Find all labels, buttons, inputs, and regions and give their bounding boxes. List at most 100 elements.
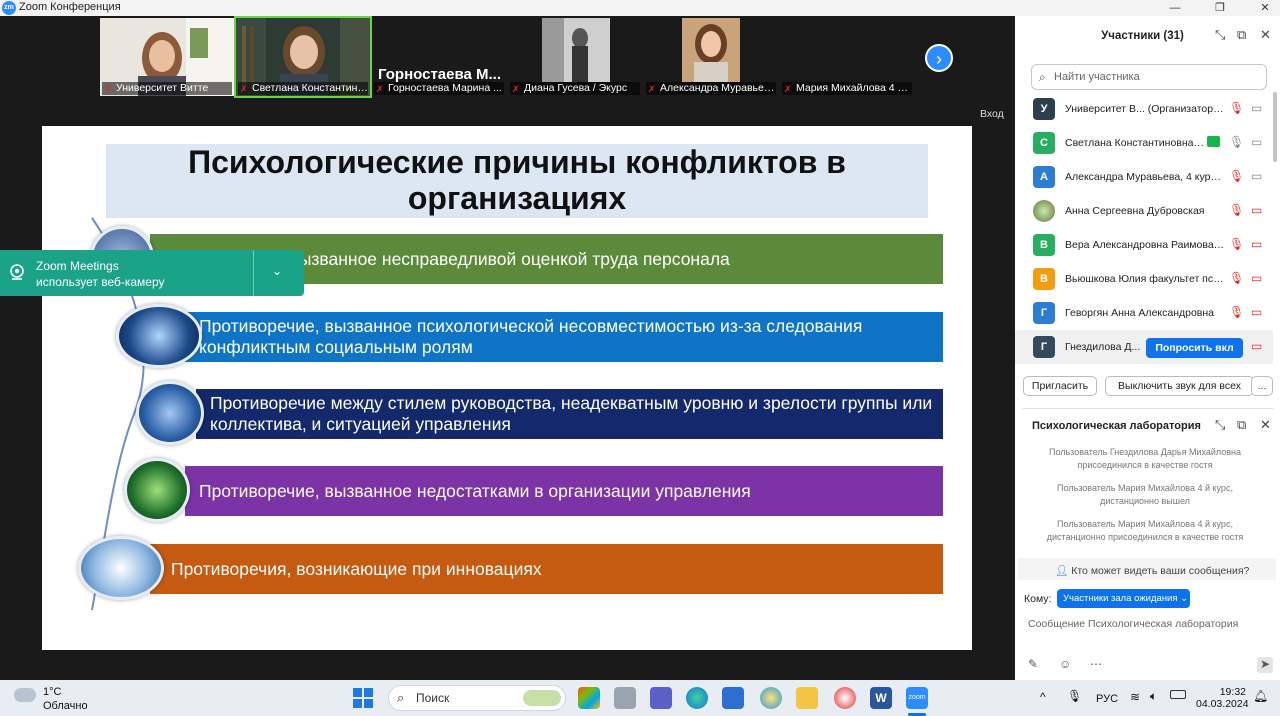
video-off-icon[interactable]: ▭ [1251, 237, 1262, 251]
muted-mic-icon[interactable]: 🎙︎ [1229, 169, 1244, 183]
scrollbar[interactable] [1273, 92, 1277, 162]
popout-icon[interactable]: ⧉ [1237, 417, 1246, 433]
close-icon[interactable]: ✕ [1260, 417, 1271, 433]
window-titlebar: zm Zoom Конференция — ❐ ✕ [0, 0, 1280, 16]
participant-photo [542, 18, 610, 82]
recipient-select[interactable]: Участники зала ожидания ⌄ [1057, 589, 1190, 608]
avatar: Г [1033, 302, 1055, 324]
video-thumbnail[interactable]: Горностаева М... ✗ Горностаева Марина ... [372, 18, 506, 96]
participant-row[interactable]: Анна Сергеевна Дубровская 🎙︎ ▭ [1015, 194, 1273, 228]
slide-title: Психологические причины конфликтов в орг… [106, 144, 928, 218]
chevron-up-icon[interactable]: ^ [1040, 690, 1046, 704]
participant-big-name: Горностаева М... [378, 66, 502, 83]
ask-to-start-video-button[interactable]: Попросить вкл [1146, 338, 1243, 358]
wifi-icon[interactable]: ≋ [1130, 690, 1140, 704]
search-icon: ⌕ [397, 690, 405, 705]
slide-item-image-4 [124, 458, 190, 522]
search-highlight-icon [523, 690, 561, 706]
notification-bell-icon[interactable]: 🔔︎ [1253, 689, 1268, 703]
collapse-icon[interactable]: ⤡ [1215, 27, 1225, 43]
volume-icon[interactable]: 🔈︎ [1150, 689, 1157, 704]
participant-row[interactable]: В Вера Александровна Раимова ... 🎙︎ ▭ [1015, 228, 1273, 262]
window-title: Zoom Конференция [19, 1, 121, 13]
close-icon[interactable]: ✕ [1260, 27, 1271, 43]
format-icon[interactable]: ✎ [1028, 657, 1038, 671]
start-icon[interactable] [352, 687, 374, 709]
teams-icon[interactable] [650, 687, 672, 709]
participant-row[interactable]: С Светлана Константиновна ... 🎙︎ ▭ [1015, 126, 1273, 160]
participant-row[interactable]: Г Геворгян Анна Александровна 🎙︎ ▭ [1015, 296, 1273, 330]
task-view-icon[interactable] [614, 687, 636, 709]
battery-icon[interactable] [1170, 690, 1186, 699]
chrome-icon[interactable] [760, 687, 782, 709]
participant-name: ✗ Мария Михайлова 4 й... [782, 82, 912, 95]
video-thumbnail[interactable]: ✗ Александра Муравьев... [644, 18, 778, 96]
chevron-down-icon[interactable]: ⌄ [272, 264, 282, 278]
avatar: Г [1033, 336, 1055, 358]
participant-row[interactable]: У Университет В... (Организатор, я) 🎙︎ ▭ [1015, 92, 1273, 126]
video-camera-icon[interactable]: ▭ [1251, 101, 1262, 115]
video-thumbnail[interactable]: ✗ Мария Михайлова 4 й... [780, 18, 914, 96]
video-camera-icon[interactable]: ▭ [1251, 169, 1262, 183]
webcam-icon [10, 264, 24, 280]
popout-icon[interactable]: ⧉ [1237, 27, 1246, 43]
language-indicator[interactable]: РУС [1096, 693, 1118, 705]
webcam-notification[interactable]: Zoom Meetings использует веб-камеру ⌄ [0, 250, 304, 296]
collapse-icon[interactable]: ⤡ [1215, 417, 1225, 433]
clock-time: 19:32 [1219, 686, 1246, 698]
slide-item-bar-2: Противоречие, вызванное психологической … [185, 312, 943, 362]
muted-mic-icon[interactable]: 🎙︎ [1229, 237, 1244, 251]
word-icon[interactable]: W [870, 687, 892, 709]
muted-mic-icon[interactable]: 🎙︎ [1229, 305, 1244, 319]
muted-mic-icon: ✗ [512, 84, 520, 94]
participants-title: Участники (31) [1101, 30, 1184, 42]
avatar: У [1033, 98, 1055, 120]
slide-item-bar-3: Противоречие между стилем руководства, н… [196, 389, 943, 439]
participant-search-input[interactable]: ⌕ Найти участника [1031, 64, 1267, 90]
edge-icon[interactable] [686, 687, 708, 709]
participant-name: Университет В... (Организатор, я) [1065, 103, 1225, 115]
who-can-see-link[interactable]: 👤︎ Кто может видеть ваши сообщения? [1055, 564, 1249, 577]
avatar: В [1033, 234, 1055, 256]
person-icon: 👤︎ [1055, 565, 1072, 577]
send-icon[interactable]: ➤ [1257, 657, 1273, 673]
video-thumbnail-active-speaker[interactable]: ✗Светлана Константиновн... [234, 16, 372, 98]
close-window-button[interactable]: ✕ [1250, 0, 1280, 16]
taskbar-search-input[interactable]: ⌕ Поиск [388, 685, 566, 711]
file-explorer-icon[interactable] [796, 687, 818, 709]
participant-row[interactable]: В Вьюшкова Юлия факультет пси... 🎙︎ ▭ [1015, 262, 1273, 296]
video-off-icon[interactable]: ▭ [1251, 305, 1262, 319]
muted-mic-icon[interactable]: 🎙︎ [1229, 101, 1244, 115]
video-off-icon[interactable]: ▭ [1251, 203, 1262, 217]
participant-name: Анна Сергеевна Дубровская [1065, 205, 1205, 217]
store-icon[interactable] [722, 687, 744, 709]
video-thumbnail[interactable]: ✗ Диана Гусева / Экурс [508, 18, 642, 96]
mute-all-button[interactable]: Выключить звук для всех [1105, 376, 1254, 396]
chat-message-input[interactable]: Сообщение Психологическая лаборатория [1028, 618, 1238, 630]
copilot-icon[interactable] [578, 687, 600, 709]
yandex-browser-icon[interactable] [834, 687, 856, 709]
more-options-button[interactable]: ... [1251, 376, 1273, 396]
entry-label[interactable]: Вход [980, 108, 1004, 120]
participant-name: ✗ Александра Муравьев... [646, 82, 776, 95]
next-page-chevron-icon[interactable]: › [925, 44, 953, 72]
search-icon: ⌕ [1039, 70, 1046, 84]
chat-system-message: Пользователь Гнездилова Дарья Михайловна… [1048, 447, 1242, 470]
mic-icon[interactable]: 🎙︎ [1229, 135, 1244, 149]
more-icon[interactable]: ⋯ [1090, 657, 1102, 671]
video-camera-icon[interactable]: ▭ [1251, 135, 1262, 149]
maximize-button[interactable]: ❐ [1205, 0, 1235, 16]
microphone-icon[interactable]: 🎙︎ [1067, 689, 1082, 703]
video-off-icon[interactable]: ▭ [1251, 339, 1262, 353]
muted-mic-icon[interactable]: 🎙︎ [1229, 203, 1244, 217]
muted-mic-icon[interactable]: 🎙︎ [1229, 271, 1244, 285]
zoom-app-icon[interactable]: zoom [906, 687, 928, 709]
emoji-icon[interactable]: ☺ [1059, 657, 1071, 671]
video-off-icon[interactable]: ▭ [1251, 271, 1262, 285]
invite-button[interactable]: Пригласить [1023, 376, 1097, 396]
video-thumbnail[interactable]: ✗ Университет Витте [100, 18, 234, 96]
minimize-button[interactable]: — [1160, 0, 1190, 16]
system-clock[interactable]: 19:32 04.03.2024 [1196, 686, 1249, 710]
participant-row[interactable]: А Александра Муравьева, 4 курс, ... 🎙︎ ▭ [1015, 160, 1273, 194]
participant-name: ✗ Университет Витте [102, 82, 232, 95]
